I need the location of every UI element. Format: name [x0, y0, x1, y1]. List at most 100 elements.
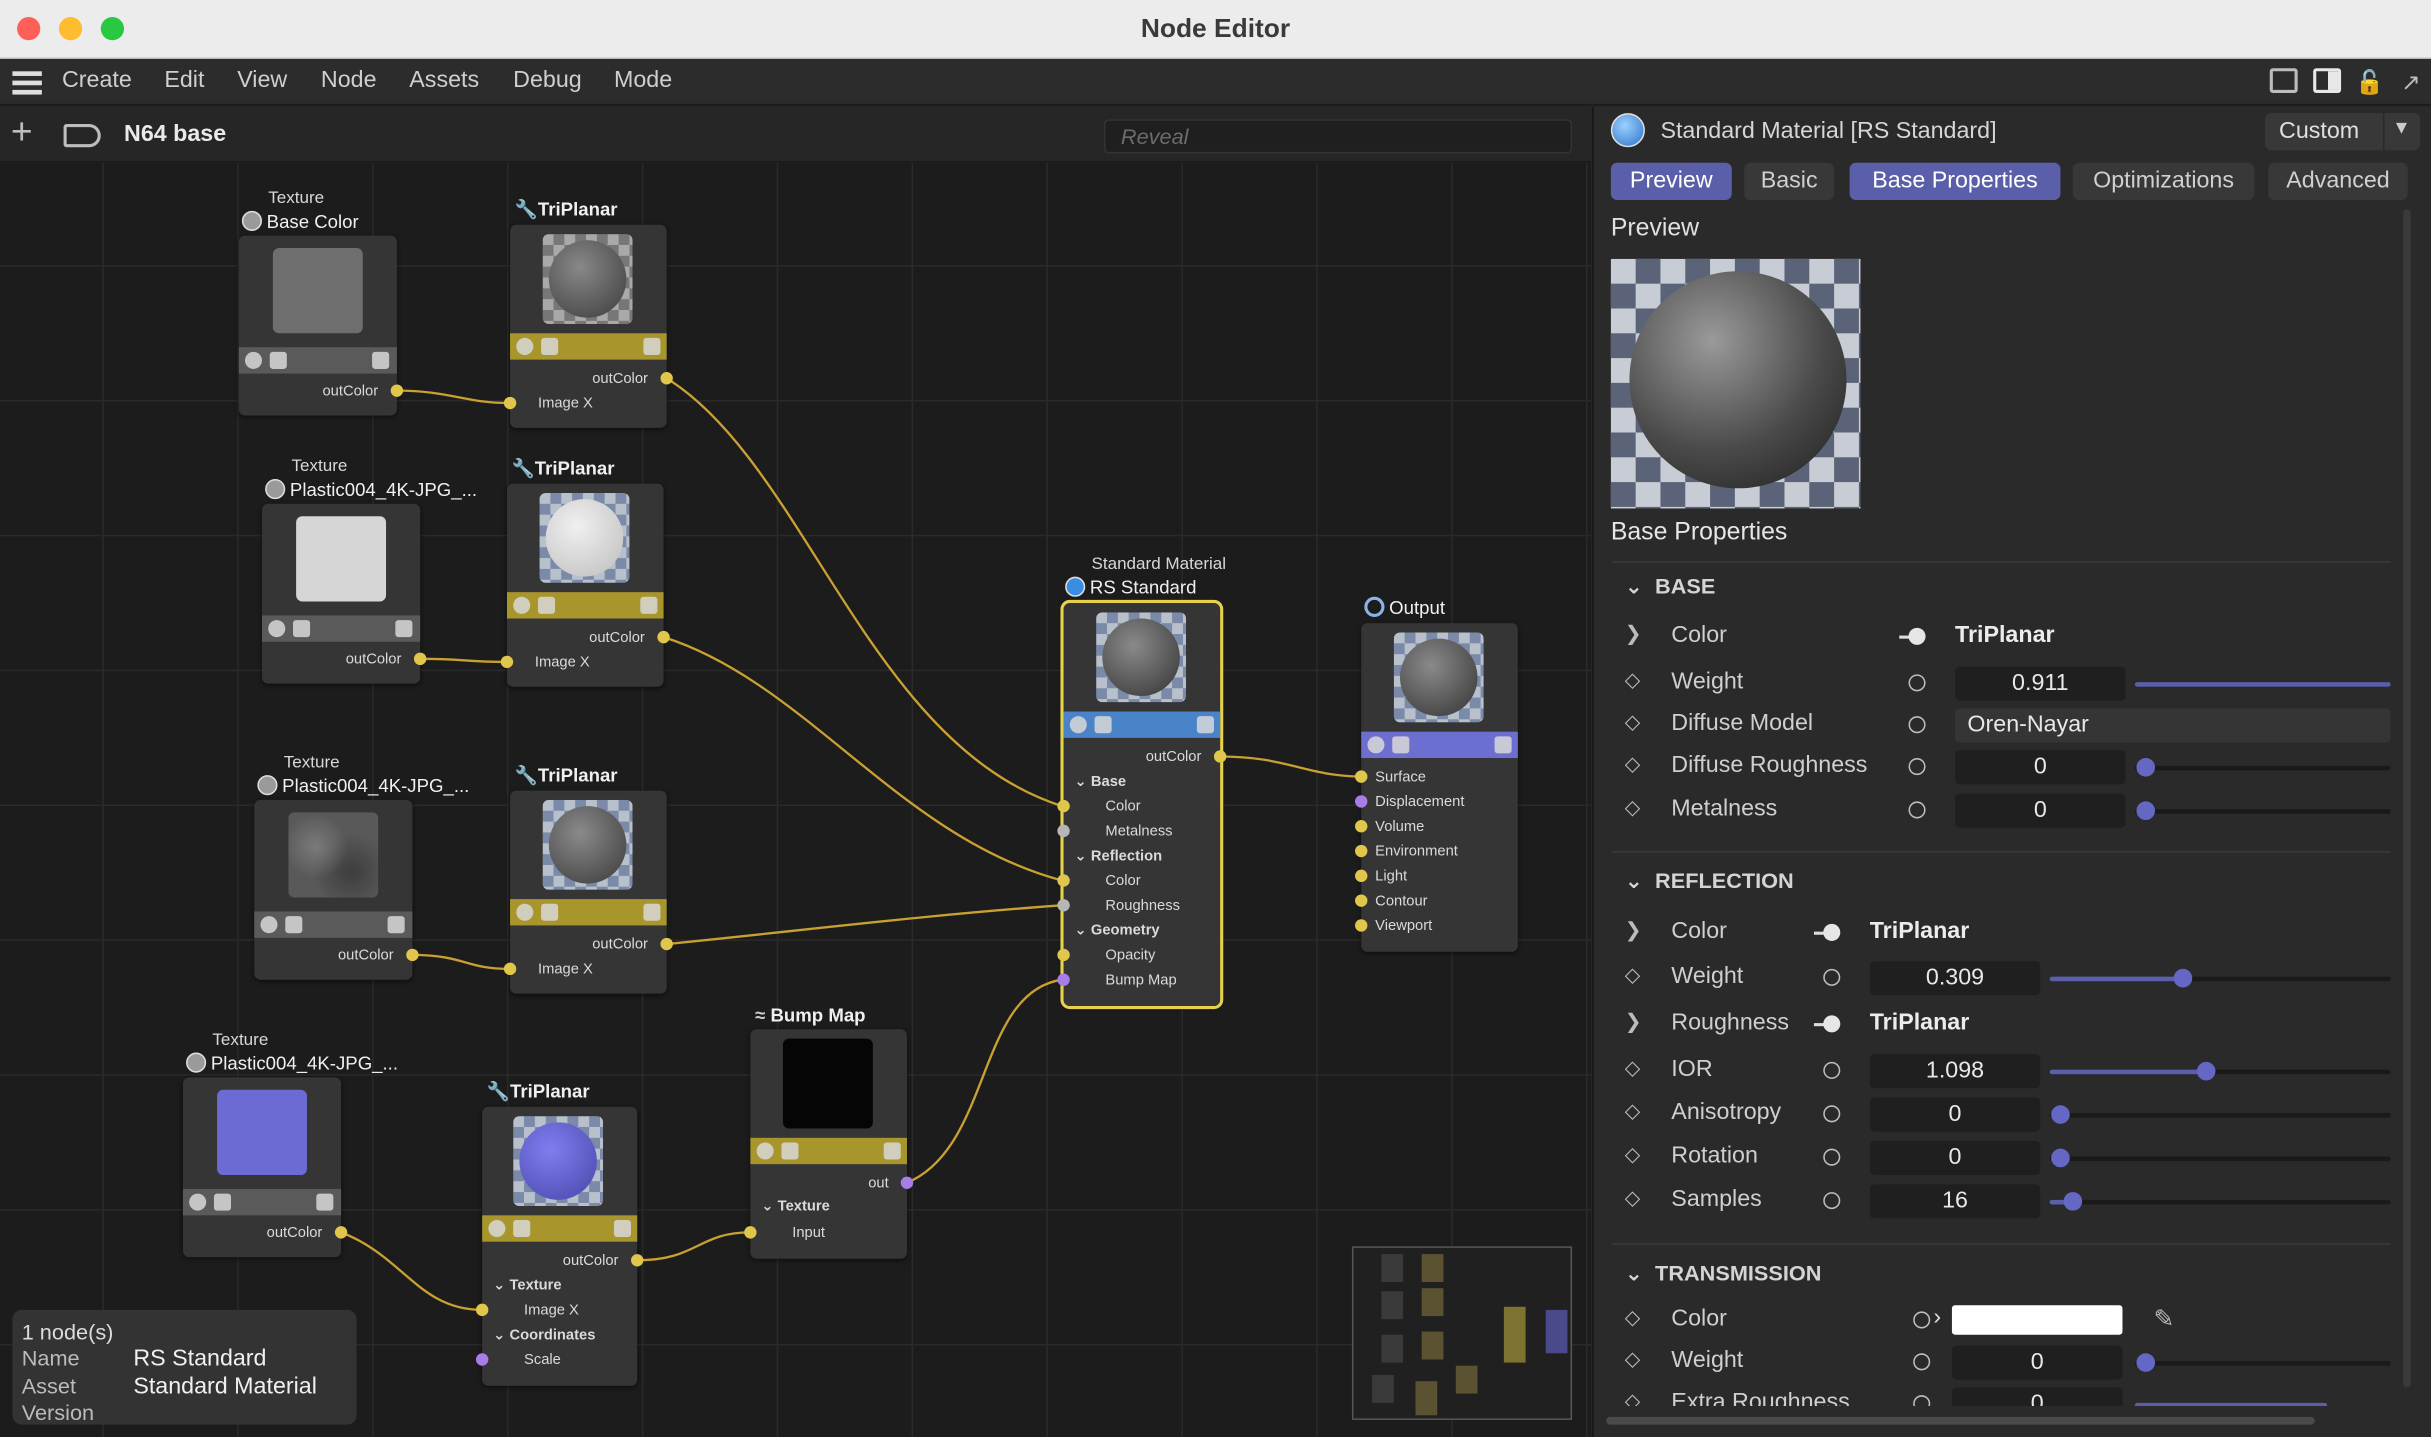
menu-mode[interactable]: Mode — [614, 67, 672, 93]
vertical-scrollbar[interactable] — [2403, 209, 2411, 1388]
port-outcolor-dot[interactable] — [660, 372, 673, 385]
node-graph-canvas[interactable]: Texture Base Color outColor 🔧TriPlanar o… — [0, 162, 1591, 1437]
port-refl-color-dot[interactable] — [1057, 874, 1070, 887]
lock-icon[interactable]: 🔓 — [2355, 68, 2384, 96]
samples-slider[interactable] — [2049, 1199, 2391, 1205]
port-light-dot[interactable] — [1355, 869, 1368, 883]
animate-icon[interactable] — [1913, 1353, 1931, 1371]
section-base[interactable]: ⌄ BASE — [1625, 574, 1716, 600]
node-triplanar-3[interactable]: outColor Image X — [503, 790, 673, 994]
section-reflection[interactable]: ⌄ REFLECTION — [1625, 868, 1794, 894]
port-imagex-dot[interactable] — [500, 655, 514, 669]
keyframe-diamond-icon[interactable]: ◇ — [1625, 795, 1641, 820]
slider-knob[interactable] — [2136, 1353, 2156, 1372]
node-tex4-title[interactable]: Plastic004_4K-JPG_... — [186, 1052, 398, 1074]
refl-color-value[interactable]: TriPlanar — [1870, 918, 1970, 944]
expand-icon[interactable]: ❯ — [1625, 622, 1642, 647]
animate-icon[interactable] — [1908, 716, 1926, 734]
keyframe-diamond-icon[interactable]: ◇ — [1625, 963, 1641, 988]
port-scale-dot[interactable] — [475, 1353, 489, 1366]
slider-knob[interactable] — [2051, 1148, 2070, 1168]
tab-basic[interactable]: Basic — [1744, 162, 1835, 200]
animate-icon[interactable] — [1823, 1105, 1841, 1123]
menu-edit[interactable]: Edit — [164, 67, 204, 93]
rotation-slider[interactable] — [2049, 1156, 2391, 1162]
slider-knob[interactable] — [2136, 758, 2156, 777]
port-group-geometry[interactable]: ⌄ Geometry — [1074, 922, 1159, 939]
node-tex3-title[interactable]: Plastic004_4K-JPG_... — [257, 775, 469, 797]
tab-optimizations[interactable]: Optimizations — [2072, 162, 2255, 200]
port-imagex-dot[interactable] — [503, 962, 517, 976]
trans-weight-slider[interactable] — [2134, 1361, 2391, 1366]
port-outcolor-dot[interactable] — [334, 1226, 348, 1239]
refl-weight-field[interactable]: 0.309 — [1869, 961, 2041, 996]
node-tex1-title[interactable]: Base Color — [241, 210, 359, 233]
port-viewport-dot[interactable] — [1355, 919, 1368, 932]
animate-icon[interactable] — [1823, 1148, 1841, 1166]
node-tri2-title[interactable]: 🔧TriPlanar — [512, 457, 615, 479]
node-output[interactable]: Surface Displacement Volume Environment … — [1355, 623, 1518, 952]
base-color-value[interactable]: TriPlanar — [1955, 622, 2055, 648]
reveal-search-input[interactable]: Reveal — [1103, 119, 1573, 154]
node-tex2-title[interactable]: Plastic004_4K-JPG_... — [265, 478, 477, 501]
animate-icon[interactable] — [1823, 1061, 1841, 1079]
port-surface-dot[interactable] — [1355, 770, 1368, 783]
port-out-dot[interactable] — [900, 1176, 914, 1189]
node-texture-3[interactable]: outColor — [254, 799, 419, 980]
ior-field[interactable]: 1.098 — [1869, 1054, 2041, 1089]
port-bumpmap-dot[interactable] — [1057, 973, 1070, 986]
port-outcolor-dot[interactable] — [657, 630, 670, 644]
keyframe-diamond-icon[interactable]: ◇ — [1625, 1056, 1641, 1081]
tab-advanced[interactable]: Advanced — [2268, 162, 2408, 200]
port-environment-dot[interactable] — [1355, 844, 1368, 858]
node-triplanar-4[interactable]: outColor ⌄ Texture Image X ⌄ Coordinates… — [475, 1106, 644, 1386]
slider-knob[interactable] — [2051, 1105, 2070, 1124]
menu-debug[interactable]: Debug — [513, 67, 582, 93]
layout-panel-icon[interactable] — [2313, 68, 2342, 94]
port-displacement-dot[interactable] — [1355, 795, 1368, 808]
connected-icon[interactable] — [1823, 1015, 1841, 1033]
slider-knob[interactable] — [2196, 1061, 2216, 1081]
metalness-slider[interactable] — [2134, 809, 2391, 814]
base-weight-field[interactable]: 0.911 — [1955, 666, 2126, 701]
port-roughness-dot[interactable] — [1057, 899, 1070, 912]
connected-icon[interactable] — [1908, 627, 1926, 645]
node-output-title[interactable]: Output — [1364, 596, 1445, 619]
tag-icon[interactable] — [63, 124, 101, 148]
refl-roughness-value[interactable]: TriPlanar — [1870, 1009, 1970, 1035]
node-std-title[interactable]: RS Standard — [1065, 576, 1196, 598]
port-outcolor-dot[interactable] — [390, 384, 404, 397]
anisotropy-field[interactable]: 0 — [1869, 1097, 2041, 1132]
section-transmission[interactable]: ⌄ TRANSMISSION — [1625, 1260, 1822, 1286]
node-tri4-title[interactable]: 🔧TriPlanar — [487, 1080, 590, 1102]
node-tri1-title[interactable]: 🔧TriPlanar — [515, 198, 618, 220]
animate-icon[interactable] — [1913, 1311, 1931, 1329]
port-outcolor-dot[interactable] — [660, 937, 673, 951]
slider-knob[interactable] — [2136, 801, 2156, 821]
port-outcolor-dot[interactable] — [406, 948, 419, 962]
slider-knob[interactable] — [2173, 968, 2193, 988]
port-input-dot[interactable] — [744, 1226, 757, 1239]
diffuse-roughness-slider[interactable] — [2134, 765, 2391, 771]
connected-icon[interactable] — [1823, 923, 1841, 941]
node-triplanar-2[interactable]: outColor Image X — [500, 483, 670, 687]
port-group-coordinates[interactable]: ⌄ Coordinates — [493, 1327, 595, 1344]
slider-knob[interactable] — [2063, 1192, 2083, 1211]
port-outcolor-dot[interactable] — [631, 1254, 644, 1267]
menu-assets[interactable]: Assets — [409, 67, 479, 93]
menu-view[interactable]: View — [237, 67, 287, 93]
pop-out-icon[interactable]: ↗ — [2397, 68, 2425, 96]
animate-icon[interactable] — [1823, 968, 1841, 986]
node-bump-map[interactable]: out ⌄ Texture Input — [744, 1029, 914, 1259]
port-group-texture[interactable]: ⌄ Texture — [761, 1198, 830, 1215]
node-texture-base-color[interactable]: outColor — [238, 235, 404, 416]
port-opacity-dot[interactable] — [1057, 948, 1070, 962]
eyedropper-icon[interactable]: ✎ — [2153, 1304, 2174, 1335]
keyframe-diamond-icon[interactable]: ◇ — [1625, 1142, 1641, 1167]
preset-dropdown[interactable]: Custom ▼ — [2265, 113, 2421, 151]
port-group-base[interactable]: ⌄ Base — [1074, 774, 1126, 791]
node-standard-material[interactable]: outColor ⌄ Base Color Metalness ⌄ Reflec… — [1057, 599, 1227, 1010]
node-texture-4[interactable]: outColor — [182, 1077, 348, 1258]
layout-split-icon[interactable] — [2269, 68, 2298, 94]
port-base-color-dot[interactable] — [1057, 799, 1070, 813]
